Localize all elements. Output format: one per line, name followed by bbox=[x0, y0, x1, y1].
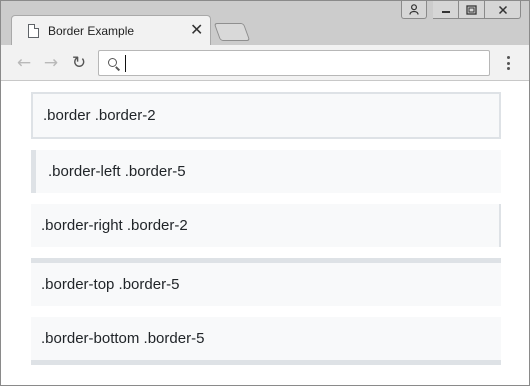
page-icon bbox=[28, 24, 39, 38]
back-arrow-icon[interactable]: ← bbox=[14, 53, 34, 73]
tab-title: Border Example bbox=[48, 24, 135, 38]
border-box-left: .border-left .border-5 bbox=[31, 150, 501, 193]
forward-arrow-icon[interactable]: → bbox=[41, 53, 61, 73]
tab-close-icon[interactable]: ✕ bbox=[190, 20, 203, 39]
new-tab-button[interactable] bbox=[213, 23, 251, 41]
kebab-menu-icon[interactable] bbox=[501, 54, 515, 72]
address-bar[interactable] bbox=[98, 50, 490, 76]
tab-border-example[interactable]: Border Example ✕ bbox=[11, 15, 211, 45]
minimize-button[interactable] bbox=[433, 1, 459, 19]
user-icon[interactable] bbox=[401, 1, 427, 19]
browser-window: Border Example ✕ ← → ↻ .border .border-2… bbox=[0, 0, 530, 386]
address-input[interactable] bbox=[123, 54, 483, 72]
window-controls bbox=[401, 1, 521, 19]
browser-toolbar: ← → ↻ bbox=[1, 45, 529, 81]
border-box-right: .border-right .border-2 bbox=[31, 204, 501, 247]
border-box-all: .border .border-2 bbox=[31, 92, 501, 139]
border-box-top: .border-top .border-5 bbox=[31, 258, 501, 306]
title-bar: Border Example ✕ bbox=[1, 1, 529, 45]
reload-icon[interactable]: ↻ bbox=[69, 53, 89, 73]
restore-button[interactable] bbox=[459, 1, 485, 19]
search-icon bbox=[108, 58, 117, 67]
close-window-button[interactable] bbox=[485, 1, 521, 19]
page-content: .border .border-2 .border-left .border-5… bbox=[1, 82, 529, 385]
border-box-bottom: .border-bottom .border-5 bbox=[31, 317, 501, 365]
